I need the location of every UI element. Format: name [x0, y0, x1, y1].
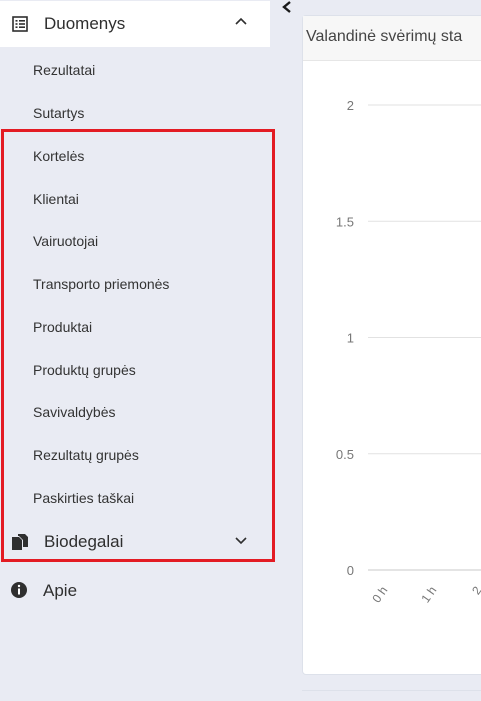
y-tick-label: 0 [347, 563, 354, 578]
sidebar-item-transporto-priemones[interactable]: Transporto priemonės [0, 263, 270, 305]
nav-section-label: Duomenys [44, 14, 126, 33]
copy-icon [10, 532, 30, 552]
x-tick-label: 2 [469, 583, 481, 597]
sidebar-item-rezultatai[interactable]: Rezultatai [0, 49, 270, 91]
y-tick-label: 2 [347, 98, 354, 113]
chevron-up-icon[interactable] [232, 13, 250, 31]
y-tick-label: 0.5 [336, 447, 354, 462]
sidebar-item-korteles[interactable]: Kortelės [0, 135, 270, 177]
sidebar-item-rezultatu-grupes[interactable]: Rezultatų grupės [0, 434, 270, 476]
footer-divider [302, 690, 481, 701]
chevron-down-icon[interactable] [232, 531, 250, 549]
sidebar-item-paskirties-taskai[interactable]: Paskirties taškai [0, 477, 270, 519]
chart: 0 0.5 1 1.5 2 0 h 1 h 2 [336, 98, 481, 606]
nav-item-label: Apie [43, 581, 78, 600]
x-tick-label: 0 h [369, 584, 390, 606]
nav-section-label: Biodegalai [44, 532, 124, 551]
nav-item-apie[interactable]: Apie [0, 570, 270, 612]
y-tick-label: 1.5 [336, 214, 354, 229]
sidebar-item-sutartys[interactable]: Sutartys [0, 92, 270, 134]
x-tick-label: 1 h [418, 584, 439, 606]
sidebar-item-klientai[interactable]: Klientai [0, 178, 270, 220]
sidebar: Duomenys Rezultatai Sutartys Kortelės Kl… [0, 0, 280, 700]
nav-section-biodegalai[interactable]: Biodegalai [0, 519, 270, 565]
sidebar-item-produktu-grupes[interactable]: Produktų grupės [0, 349, 270, 391]
nav-section-duomenys[interactable]: Duomenys [0, 1, 270, 47]
collapse-sidebar-icon[interactable] [280, 0, 296, 16]
y-tick-label: 1 [347, 331, 354, 346]
list-icon [10, 14, 30, 34]
sidebar-item-savivaldybes[interactable]: Savivaldybės [0, 391, 270, 433]
info-icon [10, 581, 28, 599]
sidebar-item-produktai[interactable]: Produktai [0, 306, 270, 348]
sidebar-item-vairuotojai[interactable]: Vairuotojai [0, 220, 270, 262]
card-title: Valandinė svėrimų sta [303, 16, 481, 61]
